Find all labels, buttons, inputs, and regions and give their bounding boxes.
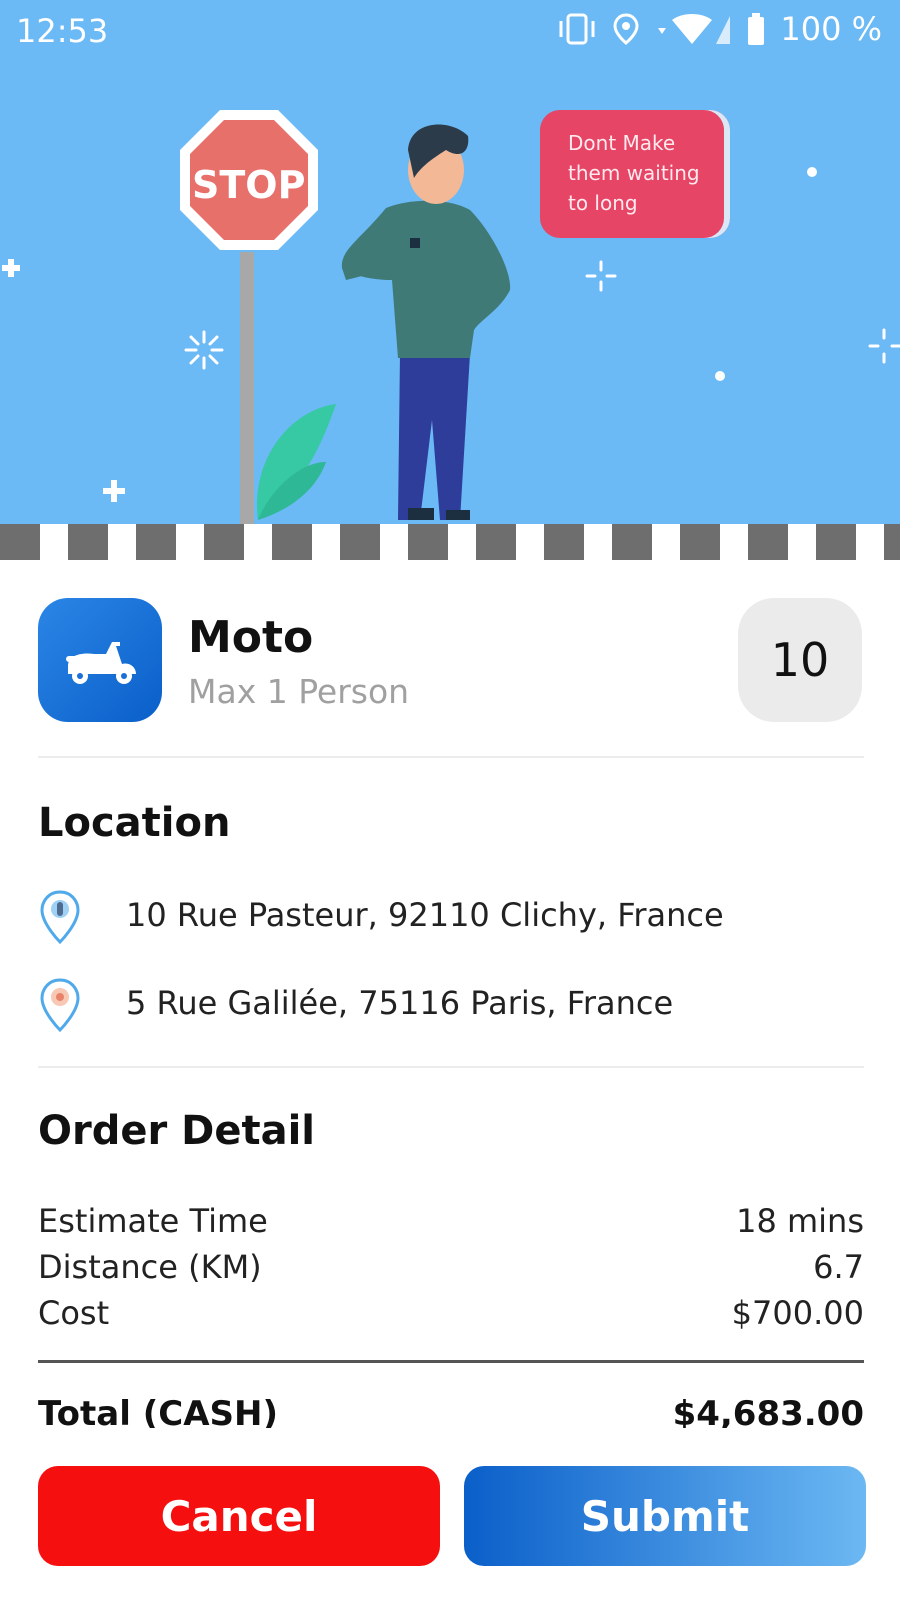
vehicle-count-badge[interactable]: 10 (738, 598, 862, 722)
status-bar: 12:53 100 % (0, 0, 900, 64)
status-time: 12:53 (16, 12, 109, 50)
battery-percentage: 100 % (780, 10, 882, 48)
scooter-icon (66, 642, 136, 684)
vibrate-icon (559, 13, 595, 45)
speech-bubble: Dont Make them waiting to long (540, 110, 730, 238)
order-detail-title: Order Detail (38, 1108, 316, 1154)
total-row: Total (CASH) $4,683.00 (38, 1388, 864, 1428)
battery-icon (748, 13, 765, 45)
dropoff-address: 5 Rue Galilée, 75116 Paris, France (126, 984, 674, 1022)
pickup-address: 10 Rue Pasteur, 92110 Clichy, France (126, 896, 724, 934)
status-icons: 100 % (556, 10, 882, 48)
total-label: Total (CASH) (38, 1394, 279, 1428)
location-title: Location (38, 800, 231, 846)
vehicle-capacity: Max 1 Person (188, 672, 410, 711)
divider (38, 1066, 864, 1068)
waiting-illustration (2, 110, 900, 524)
detail-label: Cost (38, 1294, 110, 1332)
crosswalk-stripe (0, 524, 900, 560)
detail-label: Distance (KM) (38, 1248, 262, 1286)
cancel-button[interactable]: Cancel (38, 1466, 440, 1566)
detail-label: Estimate Time (38, 1202, 268, 1240)
stop-sign-text: STOP (192, 163, 306, 207)
total-value: $4,683.00 (672, 1394, 864, 1428)
detail-row-distance: Distance (KM) 6.7 (38, 1248, 864, 1294)
vehicle-name: Moto (188, 612, 314, 663)
speech-bubble-text: Dont Make them waiting to long (568, 131, 700, 215)
vehicle-icon-tile (38, 598, 162, 722)
location-icon (613, 13, 639, 45)
detail-value: $700.00 (731, 1294, 864, 1332)
wifi-signal-icon (658, 14, 731, 44)
detail-row-estimate-time: Estimate Time 18 mins (38, 1202, 864, 1248)
hero-illustration: 12:53 100 % STOP Dont Make them waiting … (0, 0, 900, 560)
dropoff-location-row[interactable]: 5 Rue Galilée, 75116 Paris, France (38, 974, 864, 1034)
pickup-pin-icon (40, 890, 80, 944)
dropoff-pin-icon (40, 978, 80, 1032)
total-divider (38, 1360, 864, 1363)
detail-value: 6.7 (813, 1248, 864, 1286)
detail-row-cost: Cost $700.00 (38, 1294, 864, 1340)
pickup-location-row[interactable]: 10 Rue Pasteur, 92110 Clichy, France (38, 886, 864, 946)
detail-value: 18 mins (736, 1202, 864, 1240)
submit-button[interactable]: Submit (464, 1466, 866, 1566)
divider (38, 756, 864, 758)
